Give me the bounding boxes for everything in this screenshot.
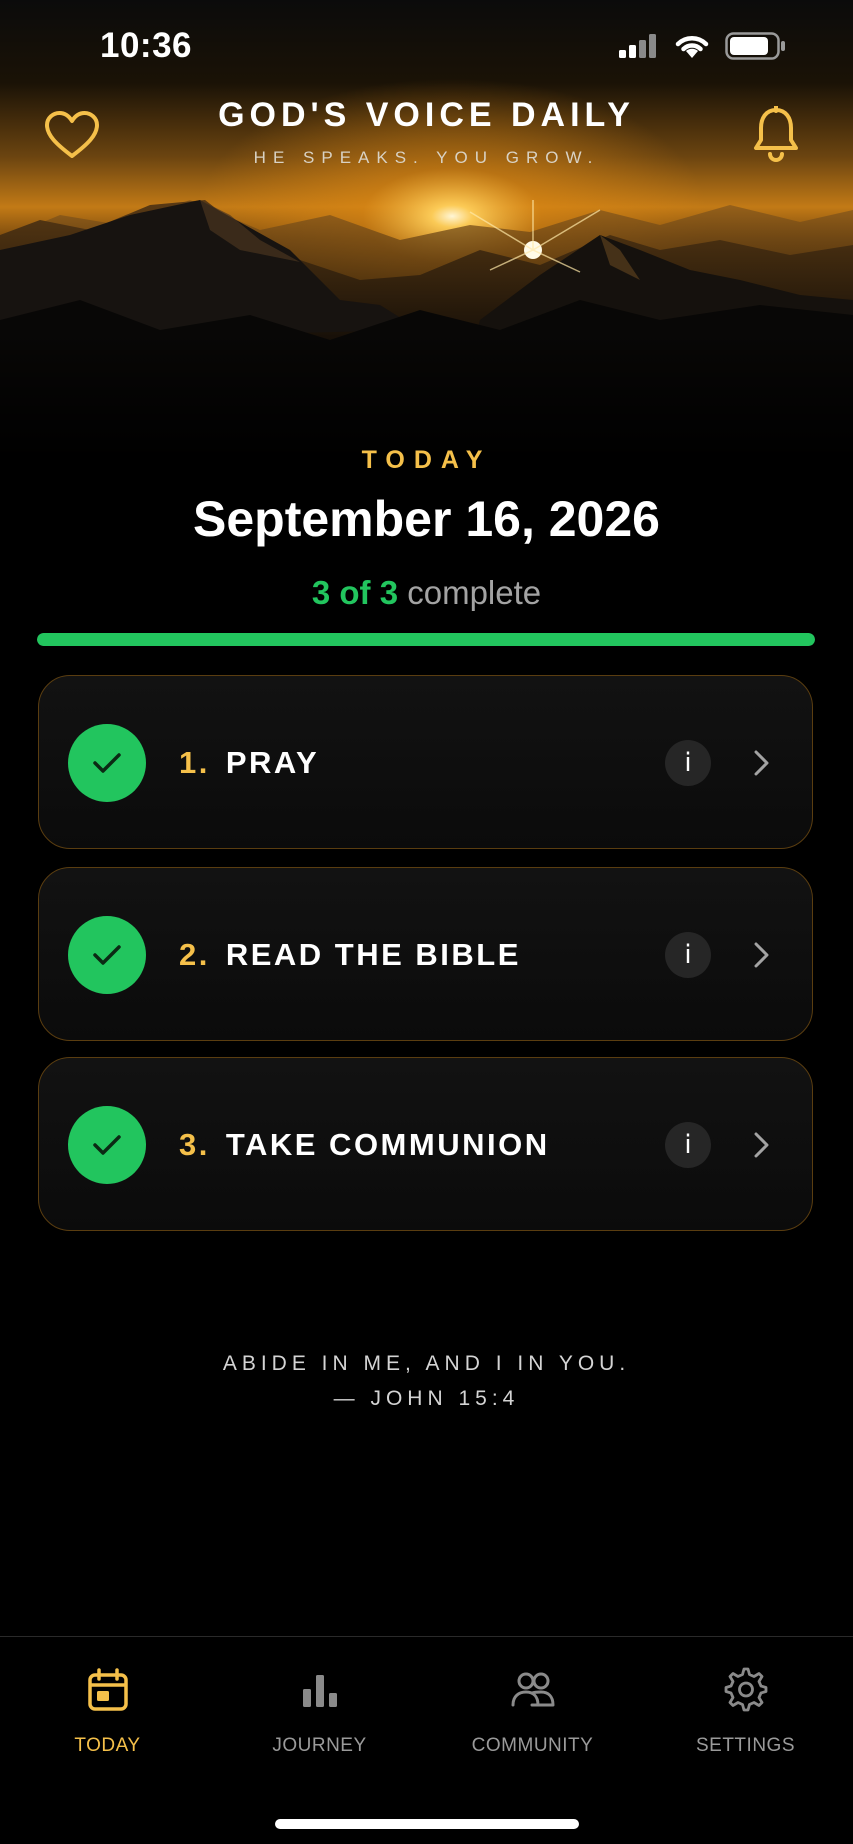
chevron-right-icon	[754, 942, 769, 968]
checkmark-icon	[93, 945, 121, 965]
tab-community[interactable]: COMMUNITY	[426, 1637, 639, 1797]
tab-label: TODAY	[74, 1735, 141, 1756]
task-card-pray[interactable]: 1. PRAY i	[38, 675, 813, 849]
task-title: READ THE BIBLE	[225, 937, 521, 972]
people-icon	[511, 1672, 554, 1707]
progress-bar-fill	[37, 633, 815, 646]
task-card-take-communion[interactable]: 3. TAKE COMMUNION i	[38, 1057, 813, 1231]
status-bar: 10:36	[0, 0, 853, 100]
app-tagline: HE SPEAKS. YOU GROW.	[253, 148, 600, 167]
app-screen: 10:36 GOD'S VOICE DAILY HE SPEAKS. YOU G…	[0, 0, 853, 1844]
progress-complete-label: complete	[407, 574, 542, 611]
today-label: TODAY	[361, 446, 492, 474]
status-time: 10:36	[100, 26, 193, 65]
task-complete-badge[interactable]	[68, 1106, 146, 1184]
task-label: 1. PRAY	[179, 676, 319, 850]
tab-today[interactable]: TODAY	[1, 1637, 214, 1797]
task-number: 1.	[179, 745, 210, 780]
verse-reference: — JOHN 15:4	[333, 1387, 520, 1410]
task-complete-badge[interactable]	[68, 724, 146, 802]
progress-bar	[37, 633, 815, 646]
status-icons	[619, 32, 787, 60]
tab-settings[interactable]: SETTINGS	[639, 1637, 852, 1797]
tab-bar: TODAY JOURNEY COMMUNITY SETTINGS	[0, 1636, 853, 1844]
tab-label: JOURNEY	[272, 1735, 367, 1756]
tab-journey[interactable]: JOURNEY	[213, 1637, 426, 1797]
info-icon[interactable]: i	[665, 932, 711, 978]
task-label: 3. TAKE COMMUNION	[179, 1058, 550, 1232]
task-card-read-bible[interactable]: 2. READ THE BIBLE i	[38, 867, 813, 1041]
tab-label: COMMUNITY	[471, 1735, 594, 1756]
task-title: TAKE COMMUNION	[225, 1127, 550, 1162]
battery-icon	[725, 32, 785, 60]
cellular-signal-icon	[619, 34, 656, 58]
task-number: 3.	[179, 1127, 210, 1162]
chevron-right-icon	[754, 750, 769, 776]
calendar-icon	[87, 1668, 128, 1711]
info-icon[interactable]: i	[665, 740, 711, 786]
task-label: 2. READ THE BIBLE	[179, 868, 521, 1042]
wifi-icon	[675, 36, 709, 58]
task-complete-badge[interactable]	[68, 916, 146, 994]
progress-count: 3 of 3	[311, 574, 399, 611]
bell-icon[interactable]	[753, 106, 799, 164]
checkmark-icon	[93, 753, 121, 773]
task-title: PRAY	[225, 745, 320, 780]
tab-label: SETTINGS	[695, 1735, 795, 1756]
bar-chart-icon	[302, 1675, 337, 1707]
checkmark-icon	[93, 1135, 121, 1155]
chevron-right-icon	[754, 1132, 769, 1158]
date-title: September 16, 2026	[193, 491, 660, 547]
gear-icon	[724, 1667, 767, 1712]
home-indicator[interactable]	[275, 1819, 579, 1829]
app-title: GOD'S VOICE DAILY	[218, 96, 635, 134]
progress-summary: 3 of 3 complete	[0, 574, 853, 612]
info-icon[interactable]: i	[665, 1122, 711, 1168]
task-number: 2.	[179, 937, 210, 972]
verse-text: ABIDE IN ME, AND I IN YOU.	[222, 1352, 631, 1375]
